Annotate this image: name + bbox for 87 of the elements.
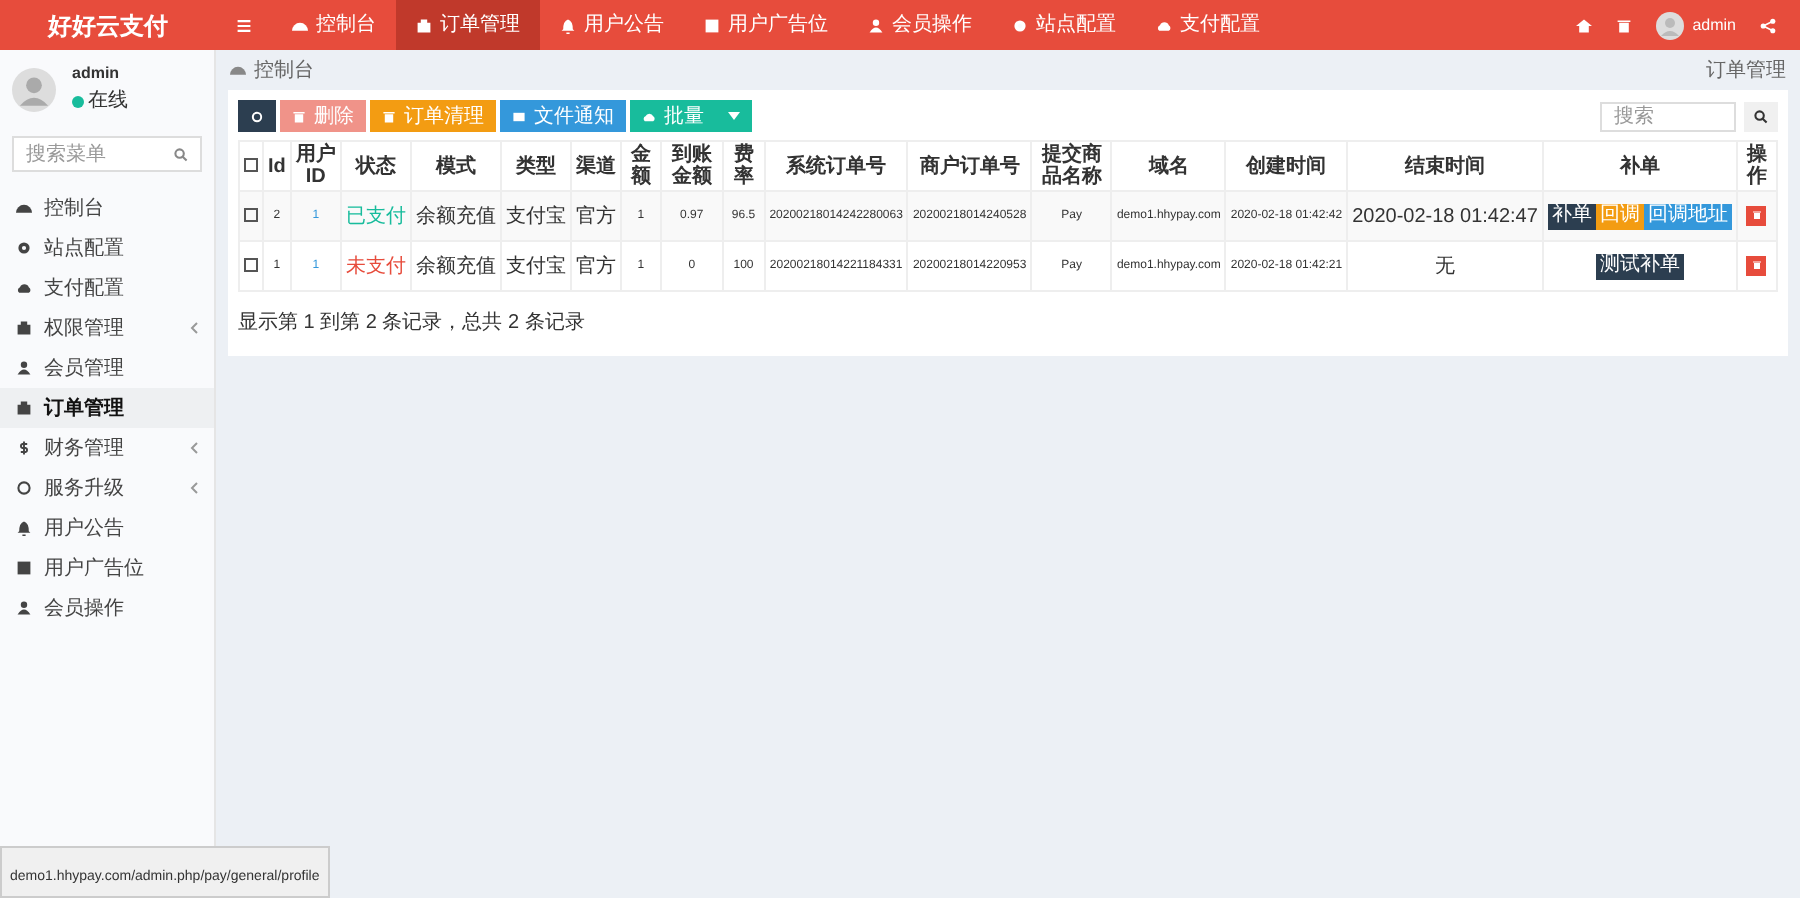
sidebar-item[interactable]: 站点配置 [0,228,214,268]
table-cell: 2020-02-18 01:42:47 [1347,191,1543,241]
menu-search-field[interactable]: 搜索菜单 [12,136,202,172]
search-icon [1754,109,1768,123]
menu-search-input[interactable]: 搜索菜单 [26,139,166,169]
sidebar-item[interactable]: 支付配置 [0,268,214,308]
search-field[interactable]: 搜索 [1600,101,1736,131]
briefcase-icon [416,17,432,33]
square-icon [16,560,32,576]
sidebar-item[interactable]: 用户公告 [0,508,214,548]
bell-icon [560,17,576,33]
trash-icon[interactable] [1616,17,1633,33]
user-icon [868,17,884,33]
logo: 好好云支付 [45,9,170,43]
trash-icon [1751,210,1762,221]
sidebar-item[interactable]: 用户广告位 [0,548,214,588]
status-text: 未支付 [340,241,411,291]
cloud-icon [642,109,656,123]
nav-tab[interactable]: 站点配置 [992,0,1136,50]
avatar-icon [12,67,56,111]
checkbox[interactable] [244,208,258,223]
pagination-info: 显示第 1 到第 2 条记录，总共 2 条记录 [238,309,587,338]
home-icon[interactable] [1576,17,1593,33]
cloud-icon [1156,17,1172,33]
sidebar-item[interactable]: 权限管理 [0,308,214,348]
square-icon [704,17,720,33]
user-icon [16,600,32,616]
search-button[interactable] [1744,101,1778,131]
chevron-left-icon [190,442,198,454]
checkbox[interactable] [244,258,258,273]
nav-tab[interactable]: 会员操作 [848,0,992,50]
settings-icon [1012,17,1028,33]
column-header: 结束时间 [1347,141,1543,191]
settings-icon [16,240,32,256]
table-cell: 无 [1347,241,1543,291]
breadcrumb-link[interactable]: 控制台 [254,55,314,85]
table-cell: 官方 [570,191,621,241]
trash-icon [292,109,306,123]
dashboard-icon [16,200,32,216]
sidebar-item[interactable]: 会员管理 [0,348,214,388]
nav-tab[interactable]: 订单管理 [396,0,540,50]
share-icon[interactable] [1760,17,1776,33]
nav-tab[interactable]: 用户公告 [540,0,684,50]
action-button[interactable]: 回调地址 [1643,203,1732,229]
action-button[interactable]: 测试补单 [1595,253,1684,279]
search-icon[interactable] [174,147,188,161]
online-status: 在线 [88,87,128,116]
sidebar-item[interactable]: 服务升级 [0,468,214,508]
table-cell: 官方 [570,241,621,291]
dashboard-icon [292,17,308,33]
dashboard-icon [230,62,246,78]
briefcase-icon [16,400,32,416]
refresh-button[interactable] [238,100,276,132]
avatar-icon[interactable] [1656,11,1685,39]
delete-button[interactable] [1746,205,1767,226]
refresh-icon [250,109,264,123]
bell-icon [16,520,32,536]
table-cell: 余额充值 [410,241,501,291]
nav-tab[interactable]: 支付配置 [1136,0,1280,50]
user-name: admin [72,62,122,86]
sidebar-item[interactable]: 财务管理 [0,428,214,468]
briefcase-icon [16,320,32,336]
action-button[interactable]: 补单 [1547,203,1596,229]
table-cell: 支付宝 [500,241,571,291]
checkbox[interactable] [244,158,258,173]
chevron-left-icon [190,482,198,494]
page-title: 订单管理 [1706,57,1786,85]
status-text: 已支付 [340,191,411,241]
table-cell: 支付宝 [500,191,571,241]
trash-icon [1751,260,1762,271]
trash-icon [382,109,396,123]
dollar-icon [16,440,32,456]
circle-icon [16,480,32,496]
menu-icon [236,17,252,33]
sidebar-item[interactable]: 控制台 [0,188,214,228]
sidebar-item[interactable]: 会员操作 [0,588,214,628]
sidebar-item[interactable]: 订单管理 [0,388,214,428]
delete-button[interactable] [1746,255,1767,276]
nav-tab[interactable]: 控制台 [272,0,396,50]
nav-tab[interactable]: 用户广告位 [684,0,848,50]
caret-icon [728,112,740,120]
user-name[interactable]: admin [1692,13,1736,37]
toolbar-button[interactable]: 文件通知 [500,100,626,132]
user-icon [16,360,32,376]
cloud-icon [16,280,32,296]
chevron-left-icon [190,322,198,334]
table-cell: 余额充值 [410,191,501,241]
